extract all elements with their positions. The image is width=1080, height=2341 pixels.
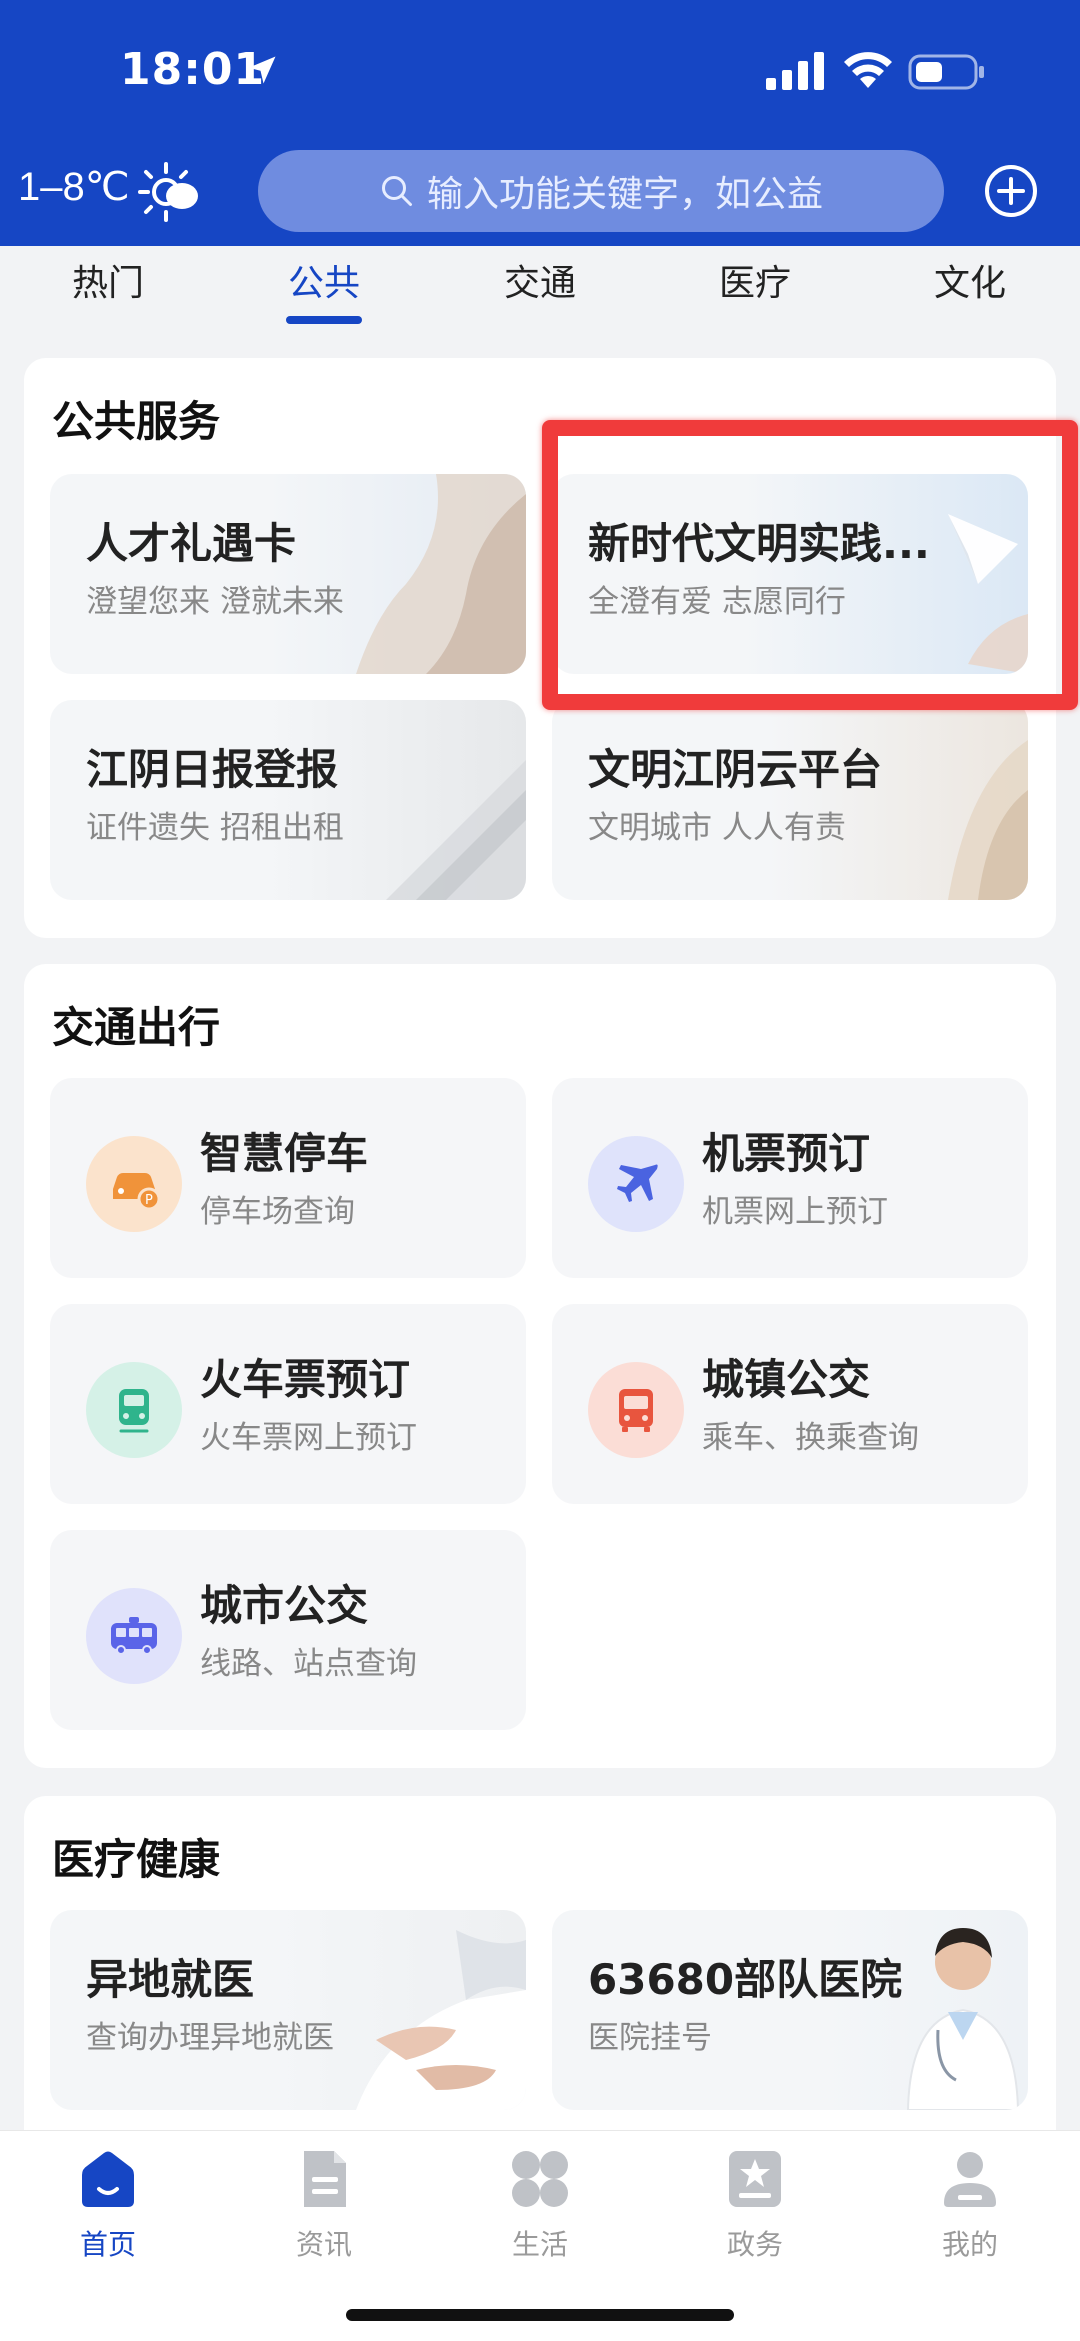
paper-plane-image	[948, 514, 1028, 674]
nav-government[interactable]: 政务	[685, 2145, 825, 2263]
transport-section: 交通出行 P 智慧停车 停车场查询 机票预订 机票网上预订 火车票预订 火车票网…	[24, 964, 1056, 1768]
card-title: 机票预订	[702, 1129, 871, 1178]
card-subtitle: 证件遗失 招租出租	[86, 810, 344, 846]
nav-life[interactable]: 生活	[470, 2145, 610, 2263]
card-subtitle: 停车场查询	[200, 1194, 355, 1230]
card-remote-medical[interactable]: 异地就医 查询办理异地就医	[50, 1910, 526, 2110]
card-title: 人才礼遇卡	[86, 519, 297, 568]
active-tab-indicator	[286, 316, 362, 324]
card-title: 新时代文明实践...	[588, 519, 930, 568]
life-icon	[512, 2151, 568, 2207]
wifi-icon	[844, 52, 892, 88]
card-talent[interactable]: 人才礼遇卡 澄望您来 澄就未来	[50, 474, 526, 674]
nav-label: 政务	[726, 2228, 783, 2261]
card-title: 江阴日报登报	[86, 745, 339, 794]
car-parking-icon: P	[86, 1136, 182, 1232]
card-smart-parking[interactable]: P 智慧停车 停车场查询	[50, 1078, 526, 1278]
card-subtitle: 机票网上预订	[702, 1194, 888, 1230]
card-newspaper-notice[interactable]: 江阴日报登报 证件遗失 招租出租	[50, 700, 526, 900]
card-subtitle: 线路、站点查询	[200, 1646, 417, 1682]
home-icon	[82, 2151, 134, 2207]
card-flight-booking[interactable]: 机票预订 机票网上预订	[552, 1078, 1028, 1278]
card-title: 63680部队医院	[588, 1955, 903, 2004]
government-icon	[729, 2151, 781, 2207]
public-services-section: 公共服务 人才礼遇卡 澄望您来 澄就未来 新时代文明实践... 全澄有爱 志愿同…	[24, 358, 1056, 938]
location-arrow-icon	[248, 56, 276, 84]
tab-culture[interactable]: 文化	[900, 254, 1040, 306]
cellular-signal-icon	[766, 52, 824, 90]
card-title: 火车票预订	[200, 1355, 411, 1404]
card-title: 城镇公交	[702, 1355, 871, 1404]
nav-home[interactable]: 首页	[38, 2145, 178, 2263]
news-icon	[304, 2151, 346, 2207]
battery-icon	[908, 54, 984, 90]
medical-section: 医疗健康 异地就医 查询办理异地就医 63680部队医院 医院挂号	[24, 1796, 1056, 2156]
nav-label: 生活	[511, 2228, 568, 2261]
tab-public[interactable]: 公共	[254, 254, 394, 306]
doctor-hands-image	[356, 1930, 526, 2110]
card-title: 文明江阴云平台	[588, 745, 883, 794]
handshake-image	[356, 474, 526, 674]
section-title: 公共服务	[52, 397, 221, 446]
doctor-portrait-image	[906, 1928, 1020, 2110]
weather-sunny-cloudy-icon	[138, 162, 198, 222]
card-subtitle: 火车票网上预订	[200, 1420, 417, 1456]
card-subtitle: 查询办理异地就医	[86, 2020, 334, 2056]
svg-text:P: P	[145, 1193, 153, 1208]
card-civilized-cloud[interactable]: 文明江阴云平台 文明城市 人人有责	[552, 700, 1028, 900]
card-subtitle: 医院挂号	[588, 2020, 712, 2056]
tab-medical[interactable]: 医疗	[685, 254, 825, 306]
app-root: 18:01 1–8℃ 输入功能关键字，如公益 热门 公共 交通 医疗 文化 公共…	[0, 0, 1080, 2341]
card-subtitle: 乘车、换乘查询	[702, 1420, 919, 1456]
building-image	[948, 740, 1028, 900]
section-title: 医疗健康	[52, 1835, 221, 1884]
airplane-icon	[588, 1136, 684, 1232]
nav-label: 我的	[941, 2228, 998, 2261]
search-placeholder: 输入功能关键字，如公益	[426, 174, 823, 215]
home-indicator	[346, 2309, 734, 2321]
card-train-booking[interactable]: 火车票预订 火车票网上预订	[50, 1304, 526, 1504]
search-input[interactable]: 输入功能关键字，如公益	[258, 150, 944, 232]
train-icon	[86, 1362, 182, 1458]
card-title: 城市公交	[200, 1581, 369, 1630]
card-subtitle: 文明城市 人人有责	[588, 810, 846, 846]
card-army-hospital[interactable]: 63680部队医院 医院挂号	[552, 1910, 1028, 2110]
status-bar: 18:01	[0, 0, 1080, 140]
profile-icon	[944, 2152, 996, 2207]
card-title: 异地就医	[86, 1955, 255, 2004]
add-button[interactable]	[984, 164, 1038, 218]
tab-hot[interactable]: 热门	[38, 254, 178, 306]
card-town-bus[interactable]: 城镇公交 乘车、换乘查询	[552, 1304, 1028, 1504]
card-title: 智慧停车	[200, 1129, 369, 1178]
weather-temperature: 1–8℃	[18, 165, 130, 209]
search-icon	[381, 176, 412, 206]
category-tabs: 热门 公共 交通 医疗 文化	[0, 246, 1080, 336]
card-civilization-practice[interactable]: 新时代文明实践... 全澄有爱 志愿同行	[552, 474, 1028, 674]
city-bus-icon	[86, 1588, 182, 1684]
bottom-nav: 首页 资讯 生活 政务 我的	[0, 2130, 1080, 2341]
newspaper-image	[386, 760, 526, 900]
nav-label: 首页	[79, 2228, 136, 2261]
toolbar: 1–8℃ 输入功能关键字，如公益	[0, 150, 1080, 234]
nav-news[interactable]: 资讯	[254, 2145, 394, 2263]
nav-label: 资讯	[295, 2228, 352, 2261]
header: 18:01 1–8℃ 输入功能关键字，如公益	[0, 0, 1080, 246]
card-subtitle: 全澄有爱 志愿同行	[588, 584, 846, 620]
nav-profile[interactable]: 我的	[900, 2145, 1040, 2263]
tab-transport[interactable]: 交通	[470, 254, 610, 306]
card-subtitle: 澄望您来 澄就未来	[86, 584, 344, 620]
card-city-bus[interactable]: 城市公交 线路、站点查询	[50, 1530, 526, 1730]
section-title: 交通出行	[52, 1003, 221, 1052]
bus-icon	[588, 1362, 684, 1458]
